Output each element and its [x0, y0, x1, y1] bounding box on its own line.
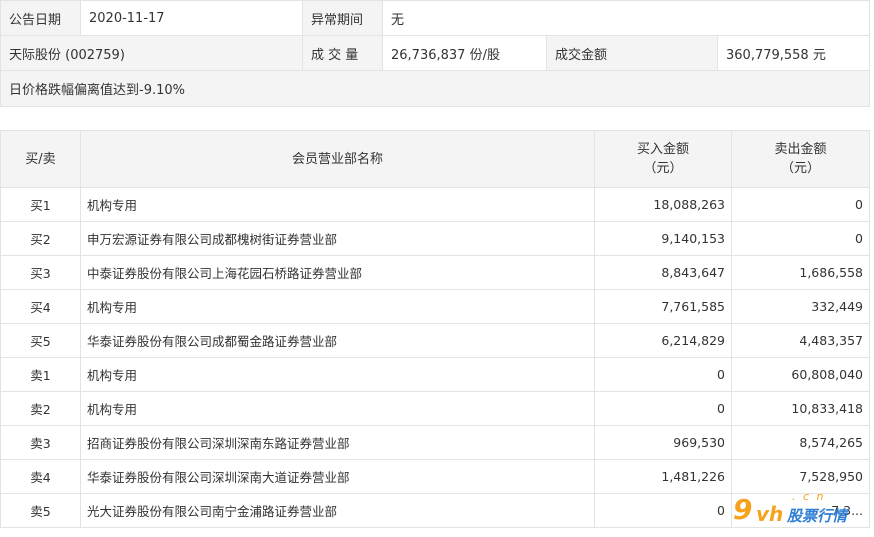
header-buy-line1: 买入金额	[636, 142, 689, 157]
row-side: 卖3	[0, 425, 81, 460]
row-side: 买5	[0, 323, 81, 358]
announcement-info-table: 公告日期 2020-11-17 异常期间 无 天际股份 (002759) 成 交…	[0, 0, 871, 107]
row-side: 买1	[0, 187, 81, 222]
row-side: 买3	[0, 255, 81, 290]
row-buy-amount: 9,140,153	[594, 221, 732, 256]
row-member-name: 机构专用	[80, 357, 595, 392]
row-sell-amount: 8,574,265	[731, 425, 870, 460]
header-sell-line1: 卖出金额	[774, 142, 827, 157]
announce-date-label: 公告日期	[0, 0, 81, 36]
row-buy-amount: 0	[594, 357, 732, 392]
header-side: 买/卖	[0, 130, 81, 188]
header-sell-amount: 卖出金额 （元）	[731, 130, 870, 188]
row-buy-amount: 7,761,585	[594, 289, 732, 324]
abnormal-period-label: 异常期间	[302, 0, 383, 36]
row-member-name: 光大证券股份有限公司南宁金浦路证券营业部	[80, 493, 595, 528]
row-buy-amount: 0	[594, 391, 732, 426]
trading-seats-table: 买/卖 会员营业部名称 买入金额 （元） 卖出金额 （元） 买1 机构专用 18,0…	[0, 130, 870, 528]
amount-value: 360,779,558 元	[716, 35, 871, 71]
table-row: 买5 华泰证券股份有限公司成都蜀金路证券营业部 6,214,829 4,483,…	[0, 323, 870, 358]
header-sell-line2: （元）	[780, 161, 820, 176]
row-sell-amount: 4,483,357	[731, 323, 870, 358]
abnormal-reason: 日价格跌幅偏离值达到-9.10%	[0, 70, 871, 107]
row-sell-amount: 332,449	[731, 289, 870, 324]
abnormal-period-value: 无	[381, 0, 871, 36]
table-row: 买4 机构专用 7,761,585 332,449	[0, 289, 870, 324]
row-sell-amount: 0	[731, 187, 870, 222]
row-side: 卖4	[0, 459, 81, 494]
row-buy-amount: 969,530	[594, 425, 732, 460]
row-side: 买2	[0, 221, 81, 256]
watermark-nine: 9	[733, 493, 753, 526]
row-member-name: 招商证券股份有限公司深圳深南东路证券营业部	[80, 425, 595, 460]
table-row: 卖2 机构专用 0 10,833,418	[0, 391, 870, 426]
row-sell-amount: 60,808,040	[731, 357, 870, 392]
watermark-vh: vh	[756, 502, 784, 526]
amount-label: 成交金额	[546, 35, 718, 71]
row-member-name: 机构专用	[80, 289, 595, 324]
row-side: 卖1	[0, 357, 81, 392]
row-buy-amount: 18,088,263	[594, 187, 732, 222]
watermark-cn: . c n	[792, 490, 826, 503]
row-member-name: 申万宏源证券有限公司成都槐树街证券营业部	[80, 221, 595, 256]
row-member-name: 中泰证券股份有限公司上海花园石桥路证券营业部	[80, 255, 595, 290]
volume-label: 成 交 量	[302, 35, 383, 71]
row-side: 卖5	[0, 493, 81, 528]
table-row: 买1 机构专用 18,088,263 0	[0, 187, 870, 222]
header-buy-line2: （元）	[643, 161, 683, 176]
table-row: 买3 中泰证券股份有限公司上海花园石桥路证券营业部 8,843,647 1,68…	[0, 255, 870, 290]
row-sell-amount: 0	[731, 221, 870, 256]
row-buy-amount: 0	[594, 493, 732, 528]
header-member: 会员营业部名称	[80, 130, 595, 188]
table-row: 卖3 招商证券股份有限公司深圳深南东路证券营业部 969,530 8,574,2…	[0, 425, 870, 460]
announce-date-value: 2020-11-17	[80, 0, 303, 36]
table-row: 买2 申万宏源证券有限公司成都槐树街证券营业部 9,140,153 0	[0, 221, 870, 256]
row-sell-amount: 1,686,558	[731, 255, 870, 290]
row-member-name: 华泰证券股份有限公司成都蜀金路证券营业部	[80, 323, 595, 358]
stock-name: 天际股份 (002759)	[0, 35, 303, 71]
volume-value: 26,736,837 份/股	[382, 35, 547, 71]
row-sell-amount: 7,528,950	[731, 459, 870, 494]
table-row: 卖4 华泰证券股份有限公司深圳深南大道证券营业部 1,481,226 7,528…	[0, 459, 870, 494]
row-sell-amount: 10,833,418	[731, 391, 870, 426]
row-side: 买4	[0, 289, 81, 324]
row-member-name: 华泰证券股份有限公司深圳深南大道证券营业部	[80, 459, 595, 494]
site-watermark-logo: 9 vh . c n 股票行情	[730, 490, 874, 534]
header-buy-amount: 买入金额 （元）	[594, 130, 732, 188]
table-header-row: 买/卖 会员营业部名称 买入金额 （元） 卖出金额 （元）	[0, 130, 870, 188]
row-side: 卖2	[0, 391, 81, 426]
row-buy-amount: 8,843,647	[594, 255, 732, 290]
table-row: 卖1 机构专用 0 60,808,040	[0, 357, 870, 392]
watermark-text: 股票行情	[787, 507, 848, 525]
row-member-name: 机构专用	[80, 187, 595, 222]
row-buy-amount: 1,481,226	[594, 459, 732, 494]
row-member-name: 机构专用	[80, 391, 595, 426]
row-buy-amount: 6,214,829	[594, 323, 732, 358]
